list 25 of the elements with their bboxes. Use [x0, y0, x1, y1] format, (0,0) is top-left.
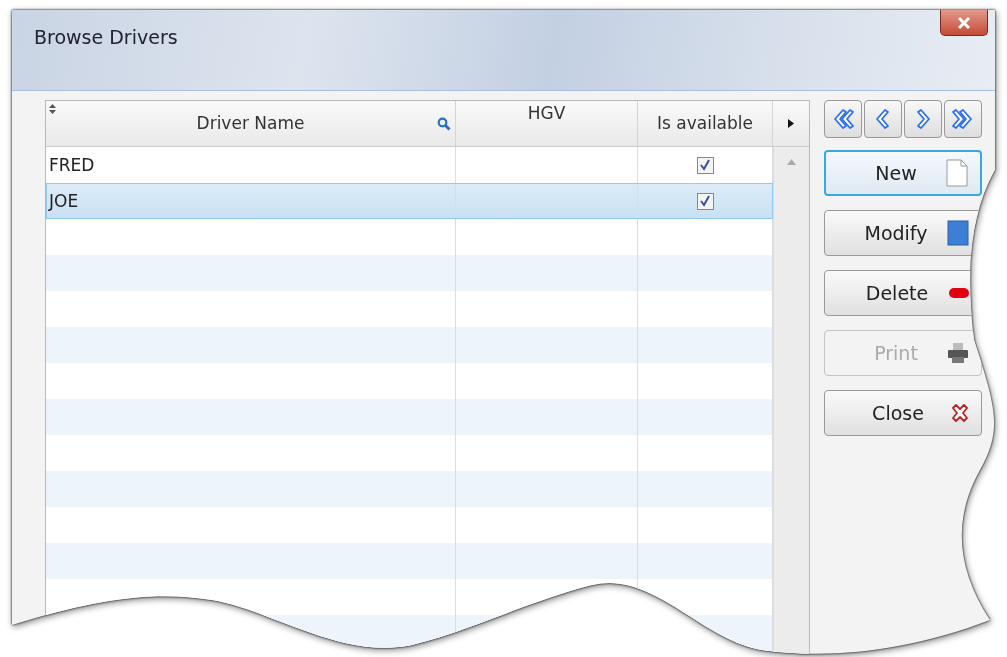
last-button[interactable] [944, 100, 982, 138]
close-icon [951, 404, 969, 422]
checkbox[interactable] [696, 156, 714, 174]
close-icon [956, 15, 972, 30]
first-button[interactable] [824, 100, 862, 138]
column-header[interactable]: Driver Name [46, 101, 456, 146]
minus-icon [949, 288, 969, 298]
search-icon[interactable] [437, 117, 451, 131]
scroll-right-icon[interactable] [788, 119, 794, 128]
close-button[interactable] [940, 10, 988, 36]
column-header[interactable]: Is available [638, 101, 773, 146]
close-button[interactable]: Close [824, 390, 982, 436]
prev-button[interactable] [864, 100, 902, 138]
next-button[interactable] [904, 100, 942, 138]
window-title: Browse Drivers [34, 26, 178, 48]
document-icon [946, 159, 968, 187]
square-icon [947, 220, 969, 246]
checkbox[interactable] [696, 192, 714, 210]
table-row[interactable]: JOE [46, 183, 773, 219]
printer-icon [947, 342, 969, 364]
new-button[interactable]: New [824, 150, 982, 196]
column-header[interactable]: HGV [456, 101, 638, 146]
table-cell: JOE [46, 183, 456, 219]
scrollbar[interactable] [773, 147, 809, 654]
sort-icon[interactable] [49, 104, 56, 114]
